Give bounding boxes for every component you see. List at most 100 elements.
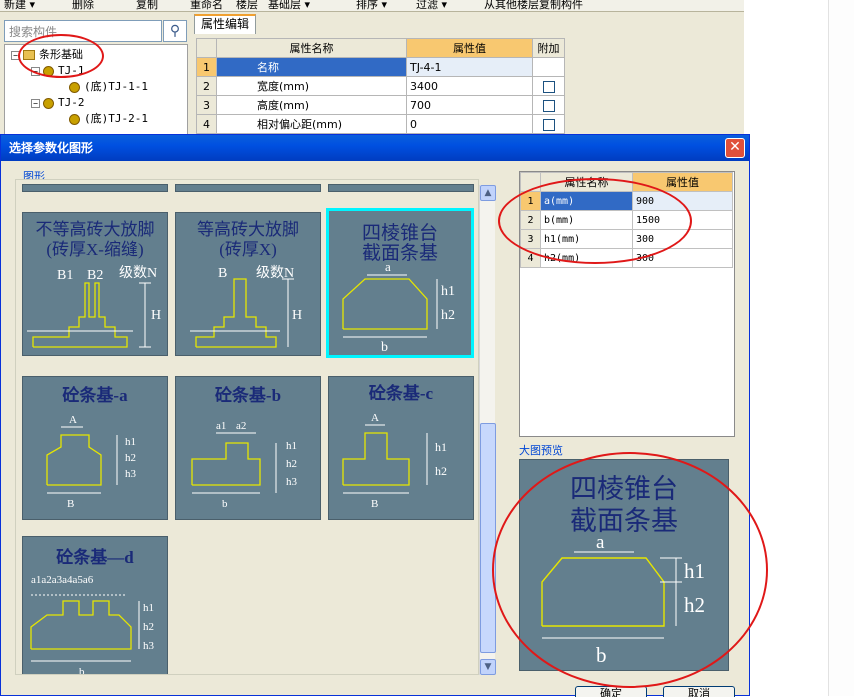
copy-from-floor-button[interactable]: 从其他楼层复制构件 (484, 0, 583, 11)
collapse-icon[interactable]: − (31, 98, 40, 108)
annotation-circle-tree-root (18, 34, 104, 78)
svg-text:B1: B1 (57, 268, 73, 283)
annotation-circle-preview (492, 452, 768, 688)
floor-label: 楼层 (236, 0, 258, 11)
annotation-circle-param-table (498, 178, 692, 264)
gear-icon (69, 113, 80, 125)
property-value[interactable]: 3400 (406, 76, 533, 96)
shape-tile-unequal-brick-footing[interactable]: 不等高砖大放脚 (砖厚X-缩缝) B1 B2 级数N H (22, 212, 168, 356)
svg-text:h3: h3 (286, 476, 298, 488)
svg-text:h1: h1 (125, 436, 136, 448)
corner-cell (196, 38, 217, 58)
svg-text:A: A (69, 414, 77, 426)
scroll-up-icon[interactable]: ▲ (480, 185, 496, 201)
svg-text:a2: a2 (236, 420, 246, 432)
shape-grid[interactable]: 不等高砖大放脚 (砖厚X-缩缝) B1 B2 级数N H 等高砖大放脚 (砖厚X… (15, 179, 479, 675)
svg-text:b: b (79, 666, 85, 675)
svg-text:h2: h2 (441, 308, 455, 323)
property-name: 相对偏心距(mm) (216, 114, 407, 134)
property-value[interactable]: 0 (406, 114, 533, 134)
close-icon[interactable]: ✕ (725, 138, 745, 158)
table-row[interactable]: 2 宽度(mm) 3400 (196, 76, 565, 96)
svg-text:h1: h1 (286, 440, 297, 452)
column-header-name: 属性名称 (216, 38, 407, 58)
dialog-titlebar[interactable]: 选择参数化图形 ✕ (1, 135, 749, 161)
main-window-background: 新建 ▾ 删除 复制 重命名 楼层 基础层 ▾ 排序 ▾ 过滤 ▾ 从其他楼层复… (0, 0, 744, 140)
equal-brick-footing-diagram: 等高砖大放脚 (砖厚X) B 级数N H (190, 220, 302, 348)
svg-text:b: b (222, 498, 228, 510)
svg-text:h3: h3 (143, 640, 155, 652)
filter-button[interactable]: 过滤 ▾ (416, 0, 447, 11)
copy-button[interactable]: 复制 (136, 0, 158, 11)
rename-button[interactable]: 重命名 (190, 0, 223, 11)
svg-text:砼条基-b: 砼条基-b (215, 385, 281, 405)
row-number: 2 (196, 76, 217, 96)
shape-tile-concrete-d[interactable]: 砼条基—d a1a2a3a4a5a6 h1 h2 h3 b (22, 536, 168, 675)
cancel-button[interactable]: 取消 (663, 686, 735, 697)
table-row[interactable]: 1 名称 TJ-4-1 (196, 57, 565, 77)
svg-text:B: B (67, 498, 74, 510)
svg-text:h1: h1 (435, 440, 447, 454)
extra-checkbox[interactable] (542, 118, 555, 131)
svg-text:截面条基: 截面条基 (362, 242, 438, 264)
svg-text:B: B (371, 498, 378, 510)
svg-text:不等高砖大放脚: 不等高砖大放脚 (36, 220, 155, 239)
shape-tile-concrete-a[interactable]: 砼条基-a A h1 h2 h3 B (22, 376, 168, 520)
table-row[interactable]: 3 高度(mm) 700 (196, 95, 565, 115)
scroll-down-icon[interactable]: ▼ (480, 659, 496, 675)
svg-text:级数N: 级数N (119, 265, 157, 281)
row-number: 4 (196, 114, 217, 134)
row-number: 1 (196, 57, 217, 77)
new-button[interactable]: 新建 ▾ (4, 0, 35, 11)
search-icon[interactable]: ⚲ (163, 20, 187, 42)
svg-text:h2: h2 (435, 464, 447, 478)
gear-icon (69, 81, 80, 93)
svg-text:b: b (381, 340, 388, 355)
shape-tile-partial[interactable] (175, 184, 321, 192)
extra-checkbox[interactable] (542, 80, 555, 93)
floor-select[interactable]: 基础层 ▾ (268, 0, 310, 11)
svg-text:H: H (151, 308, 161, 323)
property-table: 属性名称 属性值 附加 1 名称 TJ-4-1 2 宽度(mm) 3400 3 … (196, 38, 565, 134)
scroll-thumb[interactable] (480, 423, 496, 653)
toolbar: 新建 ▾ 删除 复制 重命名 楼层 基础层 ▾ 排序 ▾ 过滤 ▾ 从其他楼层复… (0, 0, 744, 12)
shape-tile-equal-brick-footing[interactable]: 等高砖大放脚 (砖厚X) B 级数N H (175, 212, 321, 356)
sort-button[interactable]: 排序 ▾ (356, 0, 387, 11)
property-value[interactable]: 700 (406, 95, 533, 115)
property-value[interactable]: TJ-4-1 (406, 57, 533, 77)
quad-frustum-diagram: 四棱锥台 截面条基 a h1 h2 b (342, 222, 455, 355)
svg-text:a1: a1 (216, 420, 226, 432)
svg-text:h2: h2 (143, 621, 154, 633)
svg-text:a: a (385, 259, 391, 274)
delete-button[interactable]: 删除 (72, 0, 94, 11)
concrete-b-diagram: 砼条基-b a1 a2 h1 h2 h3 b (191, 385, 298, 510)
tree-item-tj1-1[interactable]: (底)TJ-1-1 (69, 79, 148, 95)
svg-text:a1a2a3a4a5a6: a1a2a3a4a5a6 (31, 574, 94, 586)
preview-label: 大图预览 (519, 444, 563, 457)
extra-checkbox[interactable] (542, 99, 555, 112)
tree-item-tj2-1[interactable]: (底)TJ-2-1 (69, 111, 148, 127)
shape-tile-concrete-c[interactable]: 砼条基-c A h1 h2 B (328, 376, 474, 520)
svg-text:h3: h3 (125, 468, 137, 480)
svg-text:(砖厚X-缩缝): (砖厚X-缩缝) (46, 240, 143, 259)
row-number: 3 (196, 95, 217, 115)
svg-text:A: A (371, 412, 379, 424)
tab-property-edit[interactable]: 属性编辑 (194, 14, 256, 34)
svg-text:四棱锥台: 四棱锥台 (362, 222, 438, 244)
extra-cell (532, 57, 565, 77)
shape-tile-partial[interactable] (22, 184, 168, 192)
shape-tile-quad-frustum[interactable]: 四棱锥台 截面条基 a h1 h2 b (326, 208, 474, 358)
shape-tile-partial[interactable] (328, 184, 474, 192)
tree-item-tj2[interactable]: − TJ-2 (31, 95, 85, 111)
shape-grid-scrollbar[interactable]: ▲ ▼ (479, 185, 496, 675)
side-strip (828, 0, 854, 696)
svg-text:h2: h2 (286, 458, 297, 470)
concrete-d-diagram: 砼条基—d a1a2a3a4a5a6 h1 h2 h3 b (30, 547, 155, 675)
svg-text:h1: h1 (143, 602, 154, 614)
table-row[interactable]: 4 相对偏心距(mm) 0 (196, 114, 565, 134)
property-name: 高度(mm) (216, 95, 407, 115)
shape-tile-concrete-b[interactable]: 砼条基-b a1 a2 h1 h2 h3 b (175, 376, 321, 520)
svg-text:(砖厚X): (砖厚X) (219, 240, 277, 259)
concrete-c-diagram: 砼条基-c A h1 h2 B (342, 383, 447, 510)
dialog-title: 选择参数化图形 (9, 141, 94, 155)
